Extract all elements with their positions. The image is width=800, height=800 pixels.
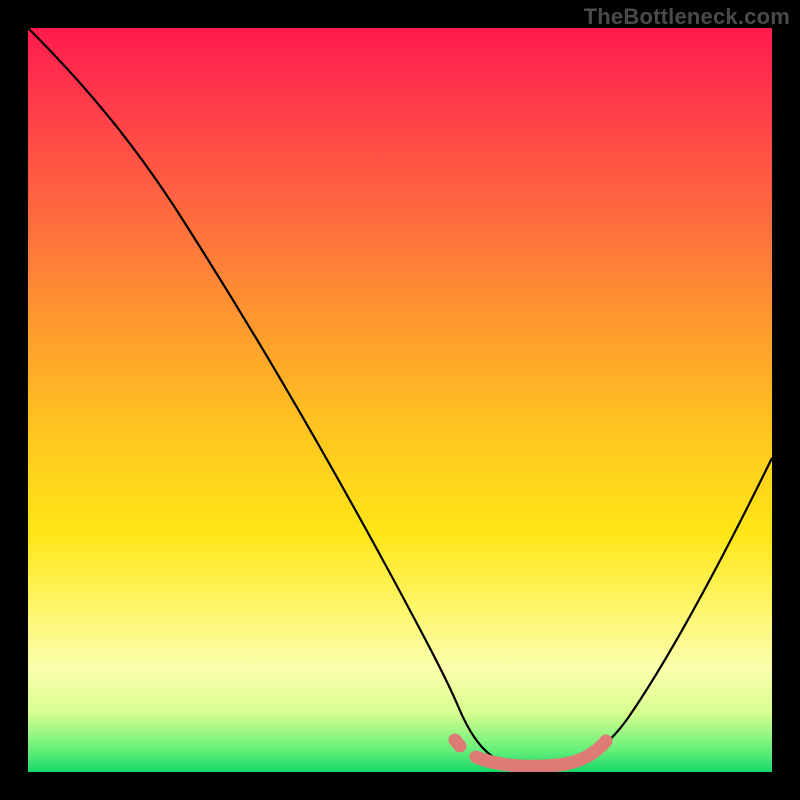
watermark-text: TheBottleneck.com — [584, 4, 790, 30]
plot-area — [28, 28, 772, 772]
chart-frame: TheBottleneck.com — [0, 0, 800, 800]
bottleneck-curve — [28, 28, 772, 767]
acceptable-range-marker — [455, 740, 606, 766]
curve-svg — [28, 28, 772, 772]
